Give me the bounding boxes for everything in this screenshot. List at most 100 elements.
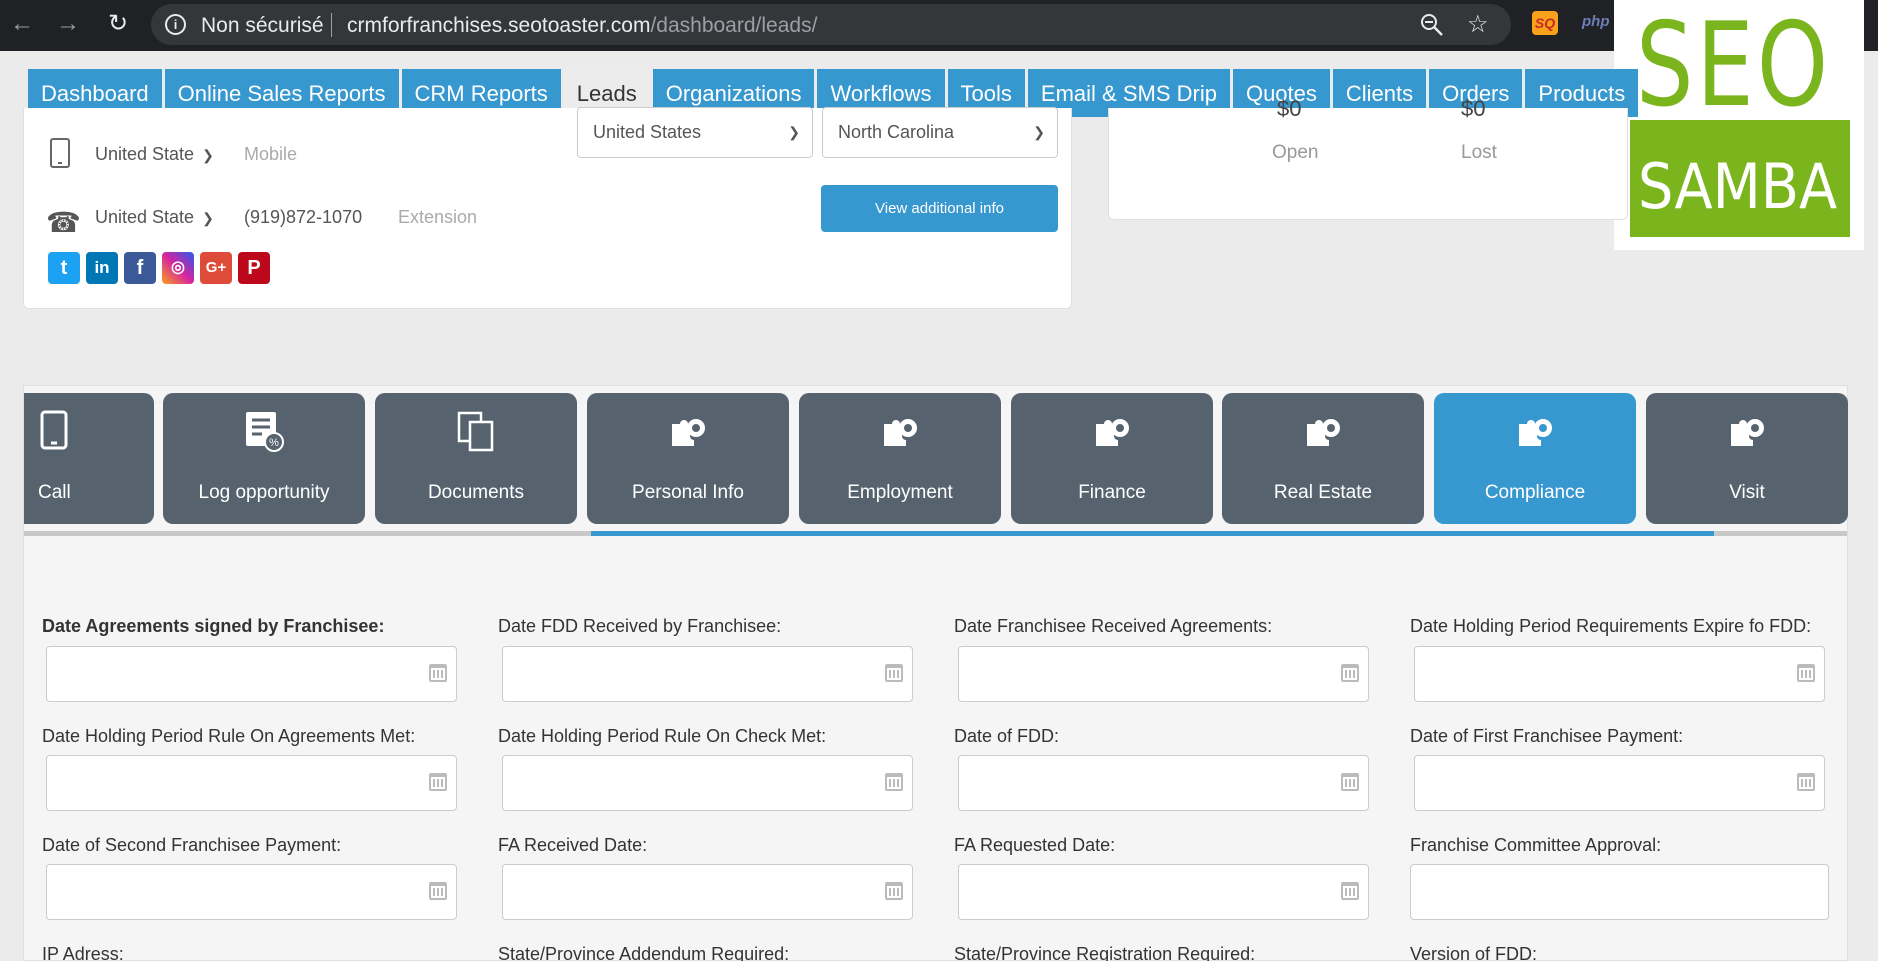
google-plus-icon[interactable]: G+ <box>200 252 232 284</box>
puzzle-gear-icon <box>1222 410 1424 450</box>
label-second-franchisee-payment: Date of Second Franchisee Payment: <box>42 835 342 855</box>
chevron-down-icon: ❯ <box>202 147 214 163</box>
country-select[interactable]: United States ❯ <box>577 107 813 158</box>
contact-panel: United State ❯ Mobile ☎ United State ❯ (91… <box>23 107 1072 309</box>
date-input[interactable] <box>958 755 1369 811</box>
log-opportunity-icon: % <box>163 410 365 452</box>
open-label: Open <box>1272 142 1319 163</box>
mobile-country-value: United State <box>95 144 195 164</box>
facebook-icon[interactable]: f <box>124 252 156 284</box>
tile-visit[interactable]: Visit <box>1646 393 1848 524</box>
reload-icon[interactable]: ↻ <box>104 10 132 38</box>
calendar-icon[interactable] <box>885 773 903 791</box>
calendar-icon[interactable] <box>1797 773 1815 791</box>
tile-label: Finance <box>1078 482 1146 503</box>
puzzle-gear-icon <box>587 410 789 450</box>
linkedin-icon[interactable]: in <box>86 252 118 284</box>
phone-country-value: United State <box>95 207 195 227</box>
tile-label: Compliance <box>1484 482 1586 503</box>
date-input[interactable] <box>958 646 1369 702</box>
tab-progress-fill <box>591 531 1714 536</box>
label-first-franchisee-payment: Date of First Franchisee Payment: <box>1410 726 1684 746</box>
tile-label: Personal Info <box>632 482 744 503</box>
arrow-left-icon[interactable]: ← <box>8 10 36 38</box>
tile-real-estate[interactable]: Real Estate <box>1222 393 1424 524</box>
date-input[interactable] <box>502 864 913 920</box>
phone-country-select[interactable]: United State ❯ <box>95 207 214 228</box>
lost-label: Lost <box>1461 142 1497 163</box>
date-input[interactable] <box>502 755 913 811</box>
date-input[interactable] <box>958 864 1369 920</box>
phone-input[interactable]: (919)872-1070 <box>244 207 362 228</box>
date-input[interactable] <box>46 646 457 702</box>
calendar-icon[interactable] <box>429 882 447 900</box>
url-path: /dashboard/leads/ <box>650 14 818 37</box>
logo-seo-text: SEO <box>1636 0 1832 133</box>
chevron-down-icon: ❯ <box>202 210 214 226</box>
label-date-holding-period-expire: Date Holding Period Requirements Expire … <box>1410 616 1812 636</box>
stats-panel: $0 Open $0 Lost <box>1108 96 1628 220</box>
tile-label: Visit <box>1729 482 1765 503</box>
lead-detail-section: Call % Log opportunity Documents Persona… <box>23 385 1848 961</box>
php-extension-icon[interactable]: php <box>1582 13 1610 30</box>
tile-finance[interactable]: Finance <box>1011 393 1213 524</box>
view-additional-info-button[interactable]: View additional info <box>821 185 1058 232</box>
label-holding-rule-agreements: Date Holding Period Rule On Agreements M… <box>42 726 416 746</box>
mobile-phone-icon <box>40 410 154 450</box>
calendar-icon[interactable] <box>1341 882 1359 900</box>
label-state-registration-required: State/Province Registration Required: <box>954 944 1256 961</box>
calendar-icon[interactable] <box>1341 773 1359 791</box>
date-input[interactable] <box>46 864 457 920</box>
extension-input[interactable]: Extension <box>398 207 477 228</box>
pinterest-icon[interactable]: P <box>238 252 270 284</box>
instagram-icon[interactable]: ◎ <box>162 252 194 284</box>
tile-documents[interactable]: Documents <box>375 393 577 524</box>
date-input[interactable] <box>1414 646 1825 702</box>
mobile-phone-icon <box>50 138 70 168</box>
tile-personal-info[interactable]: Personal Info <box>587 393 789 524</box>
label-state-addendum-required: State/Province Addendum Required: <box>498 944 790 961</box>
seoquake-extension-icon[interactable]: SQ <box>1532 11 1558 35</box>
text-input[interactable] <box>1410 864 1829 920</box>
documents-icon <box>375 410 577 452</box>
logo-samba-text: SAMBA <box>1638 150 1838 223</box>
calendar-icon[interactable] <box>429 664 447 682</box>
tile-call[interactable]: Call <box>24 393 154 524</box>
twitter-icon[interactable]: t <box>48 252 80 284</box>
label-franchise-committee-approval: Franchise Committee Approval: <box>1410 835 1662 855</box>
tile-compliance[interactable]: Compliance <box>1434 393 1636 524</box>
tile-label: Documents <box>427 482 525 503</box>
telephone-icon: ☎ <box>46 207 81 238</box>
zoom-icon[interactable] <box>1419 12 1445 38</box>
puzzle-gear-icon <box>1646 410 1848 450</box>
date-input[interactable] <box>1414 755 1825 811</box>
address-bar[interactable]: i Non sécurisé crmforfranchises.seotoast… <box>151 4 1511 45</box>
url-text[interactable]: crmforfranchises.seotoaster.com/dashboar… <box>347 14 817 38</box>
mobile-country-select[interactable]: United State ❯ <box>95 144 214 165</box>
label-date-fdd-received: Date FDD Received by Franchisee: <box>498 616 782 636</box>
country-select-value: United States <box>593 122 702 142</box>
label-holding-rule-check: Date Holding Period Rule On Check Met: <box>498 726 827 746</box>
chevron-down-icon: ❯ <box>788 124 800 140</box>
info-icon[interactable]: i <box>165 14 186 35</box>
tile-employment[interactable]: Employment <box>799 393 1001 524</box>
state-select-value: North Carolina <box>838 122 955 142</box>
tile-log-opportunity[interactable]: % Log opportunity <box>163 393 365 524</box>
lost-value: $0 <box>1461 96 1486 121</box>
state-select[interactable]: North Carolina ❯ <box>822 107 1058 158</box>
calendar-icon[interactable] <box>885 664 903 682</box>
label-fa-requested-date: FA Requested Date: <box>954 835 1116 855</box>
date-input[interactable] <box>502 646 913 702</box>
star-icon[interactable]: ☆ <box>1467 10 1489 39</box>
calendar-icon[interactable] <box>429 773 447 791</box>
label-ip-address: IP Adress: <box>42 944 124 961</box>
url-host: crmforfranchises.seotoaster.com <box>347 14 651 37</box>
arrow-right-icon[interactable]: → <box>54 10 82 38</box>
tile-label: Log opportunity <box>198 482 330 503</box>
date-input[interactable] <box>46 755 457 811</box>
calendar-icon[interactable] <box>1341 664 1359 682</box>
mobile-input[interactable]: Mobile <box>244 144 297 165</box>
calendar-icon[interactable] <box>1797 664 1815 682</box>
calendar-icon[interactable] <box>885 882 903 900</box>
open-value: $0 <box>1277 96 1302 121</box>
